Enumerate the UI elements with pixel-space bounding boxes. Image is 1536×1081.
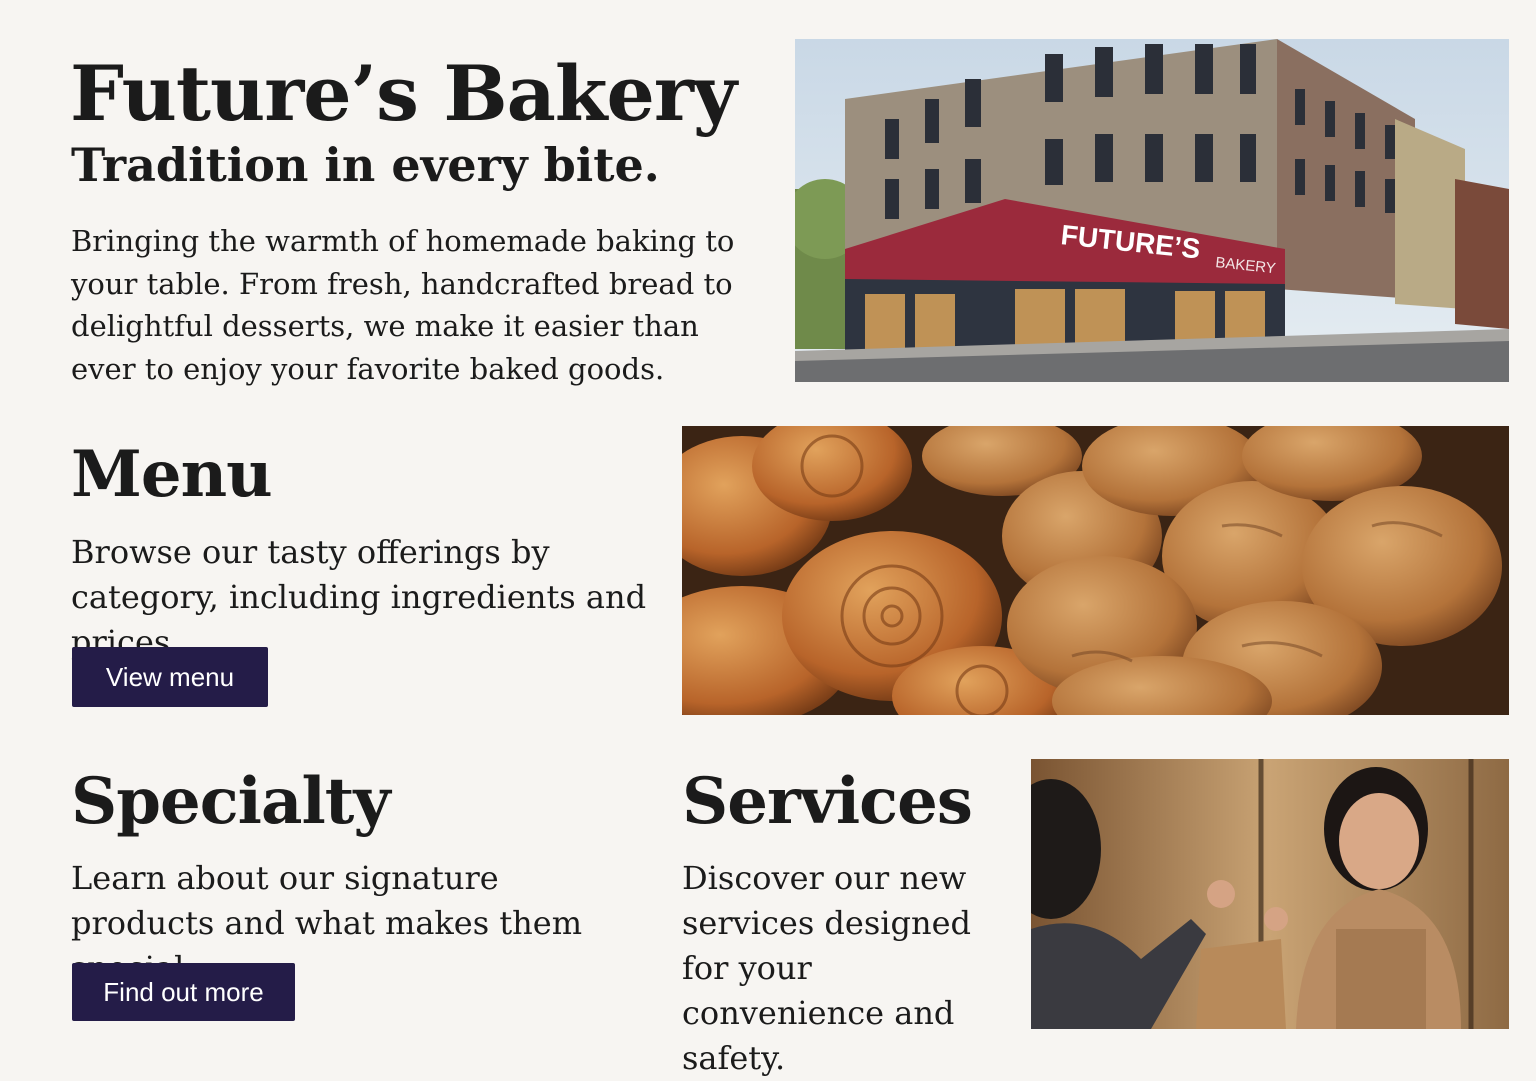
services-heading: Services <box>682 764 973 839</box>
bakery-storefront-photo: FUTURE’S BAKERY <box>795 39 1509 382</box>
services-description: Discover our new services designed for y… <box>682 859 972 1077</box>
tagline: Tradition in every bite. <box>71 138 660 192</box>
find-out-more-button[interactable]: Find out more <box>72 963 295 1021</box>
intro-paragraph: Bringing the warmth of homemade baking t… <box>71 224 735 386</box>
menu-description: Browse our tasty offerings by category, … <box>71 533 647 661</box>
page-title: Future’s Bakery <box>70 49 737 138</box>
customer-service-photo <box>1031 759 1509 1029</box>
view-menu-button[interactable]: View menu <box>72 647 268 707</box>
menu-heading: Menu <box>71 437 273 512</box>
bread-and-pastries-photo <box>682 426 1509 715</box>
specialty-heading: Specialty <box>71 764 390 839</box>
